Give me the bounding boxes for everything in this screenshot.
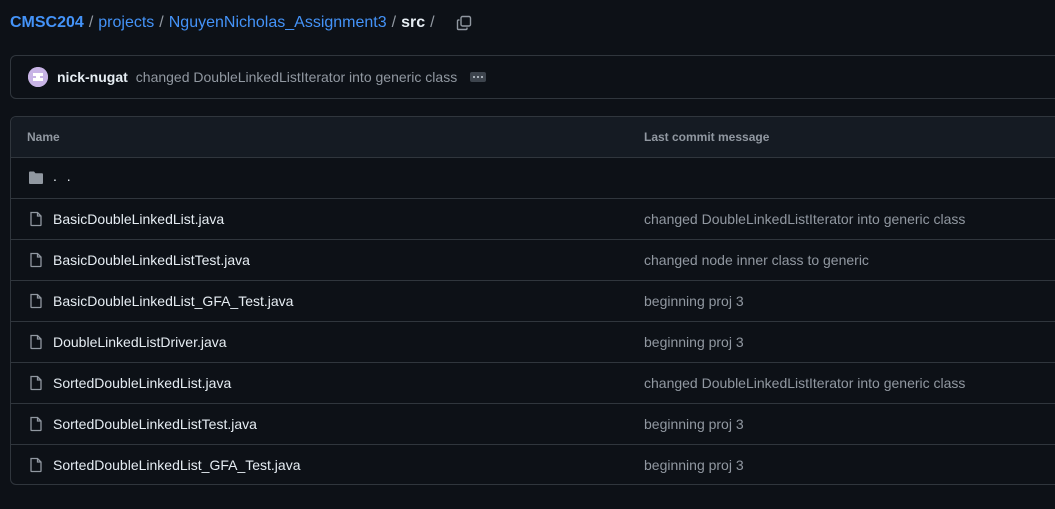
file-table: Name Last commit message . . BasicDouble… <box>10 116 1055 485</box>
breadcrumb-repo-link[interactable]: CMSC204 <box>10 14 84 32</box>
commit-message-link[interactable]: changed DoubleLinkedListIterator into ge… <box>644 375 965 391</box>
column-header-message: Last commit message <box>644 130 770 144</box>
file-icon <box>30 252 42 268</box>
file-icon <box>30 293 42 309</box>
breadcrumb: CMSC204 / projects / NguyenNicholas_Assi… <box>10 11 474 35</box>
commit-message-link[interactable]: changed DoubleLinkedListIterator into ge… <box>644 211 965 227</box>
copy-path-button[interactable] <box>454 13 474 33</box>
breadcrumb-separator: / <box>159 14 164 31</box>
breadcrumb-assignment-link[interactable]: NguyenNicholas_Assignment3 <box>169 14 387 32</box>
file-name-link[interactable]: BasicDoubleLinkedListTest.java <box>53 252 250 268</box>
ellipsis-dot <box>477 76 480 78</box>
parent-directory-row[interactable]: . . <box>11 158 1055 199</box>
table-row: SortedDoubleLinkedList_GFA_Test.java beg… <box>11 445 1055 484</box>
ellipsis-dot <box>481 76 484 78</box>
breadcrumb-current: src <box>401 14 426 31</box>
commit-message-link[interactable]: beginning proj 3 <box>644 416 744 432</box>
file-name-link[interactable]: DoubleLinkedListDriver.java <box>53 334 227 350</box>
breadcrumb-separator: / <box>430 14 435 31</box>
column-header-name: Name <box>27 130 60 144</box>
table-header: Name Last commit message <box>11 117 1055 158</box>
commit-message-link[interactable]: changed DoubleLinkedListIterator into ge… <box>136 69 457 85</box>
breadcrumb-separator: / <box>391 14 397 31</box>
file-icon <box>30 416 42 432</box>
table-row: BasicDoubleLinkedList_GFA_Test.java begi… <box>11 281 1055 322</box>
file-icon <box>30 211 42 227</box>
commit-message-link[interactable]: beginning proj 3 <box>644 334 744 350</box>
avatar[interactable] <box>28 67 48 87</box>
expand-commit-button[interactable] <box>470 72 487 82</box>
ellipsis-dot <box>473 76 476 78</box>
commit-author-link[interactable]: nick-nugat <box>57 69 128 85</box>
file-icon <box>30 375 42 391</box>
file-name-link[interactable]: BasicDoubleLinkedList.java <box>53 211 224 227</box>
commit-message-link[interactable]: changed node inner class to generic <box>644 252 869 268</box>
breadcrumb-separator: / <box>88 14 94 31</box>
table-row: DoubleLinkedListDriver.java beginning pr… <box>11 322 1055 363</box>
breadcrumb-projects-link[interactable]: projects <box>98 14 154 32</box>
avatar-identicon <box>28 67 48 87</box>
file-icon <box>30 457 42 473</box>
file-name-link[interactable]: BasicDoubleLinkedList_GFA_Test.java <box>53 293 293 309</box>
table-row: BasicDoubleLinkedListTest.java changed n… <box>11 240 1055 281</box>
latest-commit-bar: nick-nugat changed DoubleLinkedListItera… <box>10 55 1055 99</box>
file-name-link[interactable]: SortedDoubleLinkedList_GFA_Test.java <box>53 457 300 473</box>
folder-icon <box>29 171 43 184</box>
file-icon <box>30 334 42 350</box>
table-row: SortedDoubleLinkedListTest.java beginnin… <box>11 404 1055 445</box>
file-name-link[interactable]: SortedDoubleLinkedList.java <box>53 375 231 391</box>
table-row: BasicDoubleLinkedList.java changed Doubl… <box>11 199 1055 240</box>
copy-icon <box>456 15 471 31</box>
parent-directory-link[interactable]: . . <box>53 168 74 184</box>
commit-message-link[interactable]: beginning proj 3 <box>644 293 744 309</box>
commit-message-link[interactable]: beginning proj 3 <box>644 457 744 473</box>
table-row: SortedDoubleLinkedList.java changed Doub… <box>11 363 1055 404</box>
file-name-link[interactable]: SortedDoubleLinkedListTest.java <box>53 416 257 432</box>
